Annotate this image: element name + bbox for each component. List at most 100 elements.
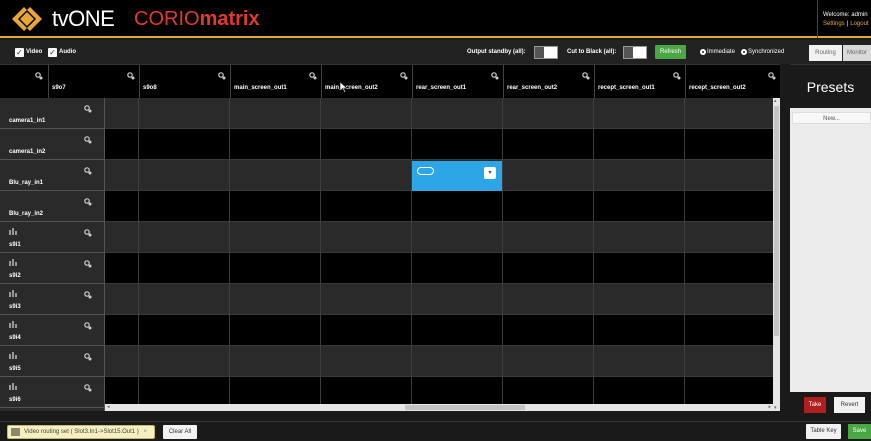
row-header[interactable]: camera1_in2 [0,129,104,160]
row-gear-icon[interactable] [84,136,92,146]
row-label: camera1_in2 [9,149,46,155]
scroll-up-icon[interactable]: ▴ [774,98,777,104]
grid-row [105,284,773,315]
tab-monitor[interactable]: Monitor [843,45,871,61]
row-header[interactable]: s9i2 [0,253,104,284]
row-header[interactable]: s9i5 [0,346,104,377]
immediate-label: Immediate [707,49,736,55]
take-button[interactable]: Take [804,397,826,413]
row-gear-icon[interactable] [84,229,92,239]
cut-to-black-label: Cut to Black (all): [567,49,617,55]
scrollbar-thumb[interactable] [405,405,525,410]
grid-row [105,377,773,404]
audio-label: Audio [59,49,76,55]
settings-link[interactable]: Settings [823,21,845,27]
row-gear-icon[interactable] [84,167,92,177]
save-button[interactable]: Save [848,424,871,439]
notice-icon [11,428,20,436]
column-gear-icon[interactable] [127,72,135,82]
synchronized-radio[interactable] [741,49,747,55]
column-header[interactable]: s9o7 [48,65,139,99]
scrollbar-thumb[interactable] [774,106,779,336]
column-header[interactable]: main_screen_out2 [321,65,412,99]
new-preset-button[interactable]: New... [792,112,871,124]
column-gear-icon[interactable] [491,72,499,82]
horizontal-scrollbar[interactable]: ◂ ▸ [105,404,773,411]
grid-row [105,129,773,160]
row-header[interactable]: s9i4 [0,315,104,346]
corner-gear-icon[interactable] [35,72,43,82]
row-gear-icon[interactable] [84,291,92,301]
column-header[interactable]: main_screen_out1 [230,65,321,99]
row-gear-icon[interactable] [84,260,92,270]
column-gear-icon[interactable] [400,72,408,82]
column-gear-icon[interactable] [582,72,590,82]
column-label: rear_screen_out2 [507,85,558,91]
video-checkbox[interactable]: ✓ [15,48,24,57]
row-header[interactable]: Blu_ray_in2 [0,191,104,222]
row-gear-icon[interactable] [84,384,92,394]
row-label: s9i6 [9,397,21,403]
column-header[interactable]: rear_screen_out1 [412,65,503,99]
active-route-cell[interactable]: ▾ [412,161,502,191]
column-label: recept_screen_out1 [598,85,655,91]
row-label: Blu_ray_in1 [9,180,44,186]
row-header[interactable]: camera1_in1 [0,98,104,129]
footer-bar: Video routing set ( Slot3.In1->Slot15.Ou… [0,421,871,441]
vertical-scrollbar[interactable]: ▴ ▾ [773,98,780,411]
row-label: s9i2 [9,273,21,279]
welcome-text: Welcome: admin [823,12,868,18]
row-header[interactable]: s9i3 [0,284,104,315]
immediate-radio[interactable] [700,49,706,55]
table-key-button[interactable]: Table Key [806,424,841,439]
grid-row [105,253,773,284]
grid-row [105,222,773,253]
notice-close-icon[interactable]: × [143,429,147,435]
column-gear-icon[interactable] [673,72,681,82]
column-header[interactable]: rear_screen_out2 [503,65,594,99]
column-header[interactable]: s9o8 [139,65,230,99]
scroll-left-icon[interactable]: ◂ [107,404,110,410]
grid-column-divider [502,98,503,404]
row-gear-icon[interactable] [84,198,92,208]
synchronized-label: Synchronized [748,49,785,55]
row-header[interactable]: s9i6 [0,377,104,408]
revert-button[interactable]: Revert [834,397,865,413]
header-divider [817,0,818,38]
output-standby-toggle[interactable] [534,46,558,59]
input-row-header: camera1_in1 camera1_in2 Blu_ray_in1 Blu_… [0,98,105,411]
route-dropdown-button[interactable]: ▾ [484,167,496,179]
row-header[interactable]: Blu_ray_in1 [0,160,104,191]
row-gear-icon[interactable] [84,322,92,332]
row-gear-icon[interactable] [84,105,92,115]
column-header[interactable]: recept_screen_out1 [594,65,685,99]
row-header[interactable]: s9i1 [0,222,104,253]
grid-corner [0,65,48,99]
scroll-right-icon[interactable]: ▸ [768,404,771,410]
refresh-button[interactable]: Refresh [655,45,686,59]
scroll-down-icon[interactable]: ▾ [774,405,777,411]
route-pill-icon[interactable] [417,167,434,175]
toolbar: ✓ Video ✓ Audio Output standby (all): Cu… [0,40,871,64]
output-standby-label: Output standby (all): [467,49,526,55]
clear-all-button[interactable]: Clear All [163,425,197,439]
column-gear-icon[interactable] [218,72,226,82]
grid-column-divider [320,98,321,404]
app-header: tvONE CORIOmatrix Welcome: admin Setting… [0,0,871,38]
product-name-prefix: CORIO [134,8,200,30]
presets-title: Presets [790,64,871,108]
cut-to-black-toggle[interactable] [623,46,647,59]
audio-meter-icon [9,259,18,268]
tvone-logo-icon [12,6,48,32]
tab-routing[interactable]: Routing [809,45,842,61]
row-label: s9i3 [9,304,21,310]
audio-meter-icon [9,290,18,299]
column-header[interactable]: recept_screen_out2 [685,65,780,99]
row-gear-icon[interactable] [84,353,92,363]
grid-row [105,191,773,222]
audio-checkbox[interactable]: ✓ [48,48,57,57]
column-gear-icon[interactable] [768,72,776,82]
header-links: Settings | Logout [823,21,869,27]
column-gear-icon[interactable] [309,72,317,82]
logout-link[interactable]: Logout [850,21,868,27]
